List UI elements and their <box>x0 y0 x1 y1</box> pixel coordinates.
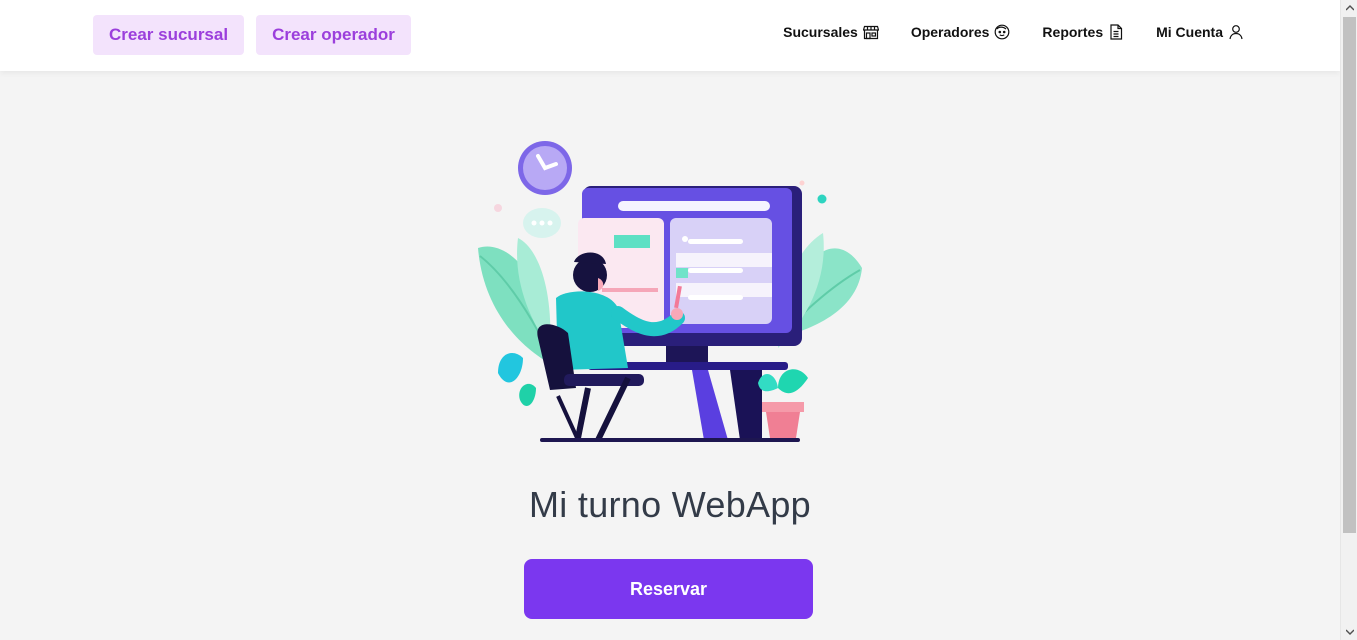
store-icon <box>862 25 879 40</box>
face-icon <box>995 24 1010 40</box>
scroll-down-arrow-icon[interactable] <box>1341 624 1357 640</box>
top-navbar: Crear sucursal Crear operador Sucursales… <box>0 0 1340 71</box>
navbar-actions: Crear sucursal Crear operador <box>93 15 411 55</box>
nav-link-branches[interactable]: Sucursales <box>783 24 879 40</box>
page-title: Mi turno WebApp <box>529 484 811 525</box>
nav-link-account[interactable]: Mi Cuenta <box>1156 24 1244 40</box>
nav-link-reports-label: Reportes <box>1042 24 1104 40</box>
nav-link-operators[interactable]: Operadores <box>911 24 1011 40</box>
nav-link-account-label: Mi Cuenta <box>1156 24 1223 40</box>
nav-link-reports[interactable]: Reportes <box>1042 24 1124 40</box>
scroll-up-arrow-icon[interactable] <box>1341 0 1357 16</box>
create-branch-button[interactable]: Crear sucursal <box>93 15 245 55</box>
nav-link-operators-label: Operadores <box>910 24 990 40</box>
document-icon <box>1110 24 1123 40</box>
nav-link-branches-label: Sucursales <box>783 24 858 40</box>
scrollbar-thumb[interactable] <box>1343 17 1356 533</box>
navbar-links: Sucursales Operadores Reportes Mi Cuenta <box>783 24 1244 40</box>
vertical-scrollbar[interactable] <box>1340 0 1357 640</box>
reserve-button[interactable]: Reservar <box>524 559 813 619</box>
person-at-computer-illustration <box>478 141 862 442</box>
create-operator-button[interactable]: Crear operador <box>256 15 411 55</box>
user-icon <box>1229 25 1243 40</box>
